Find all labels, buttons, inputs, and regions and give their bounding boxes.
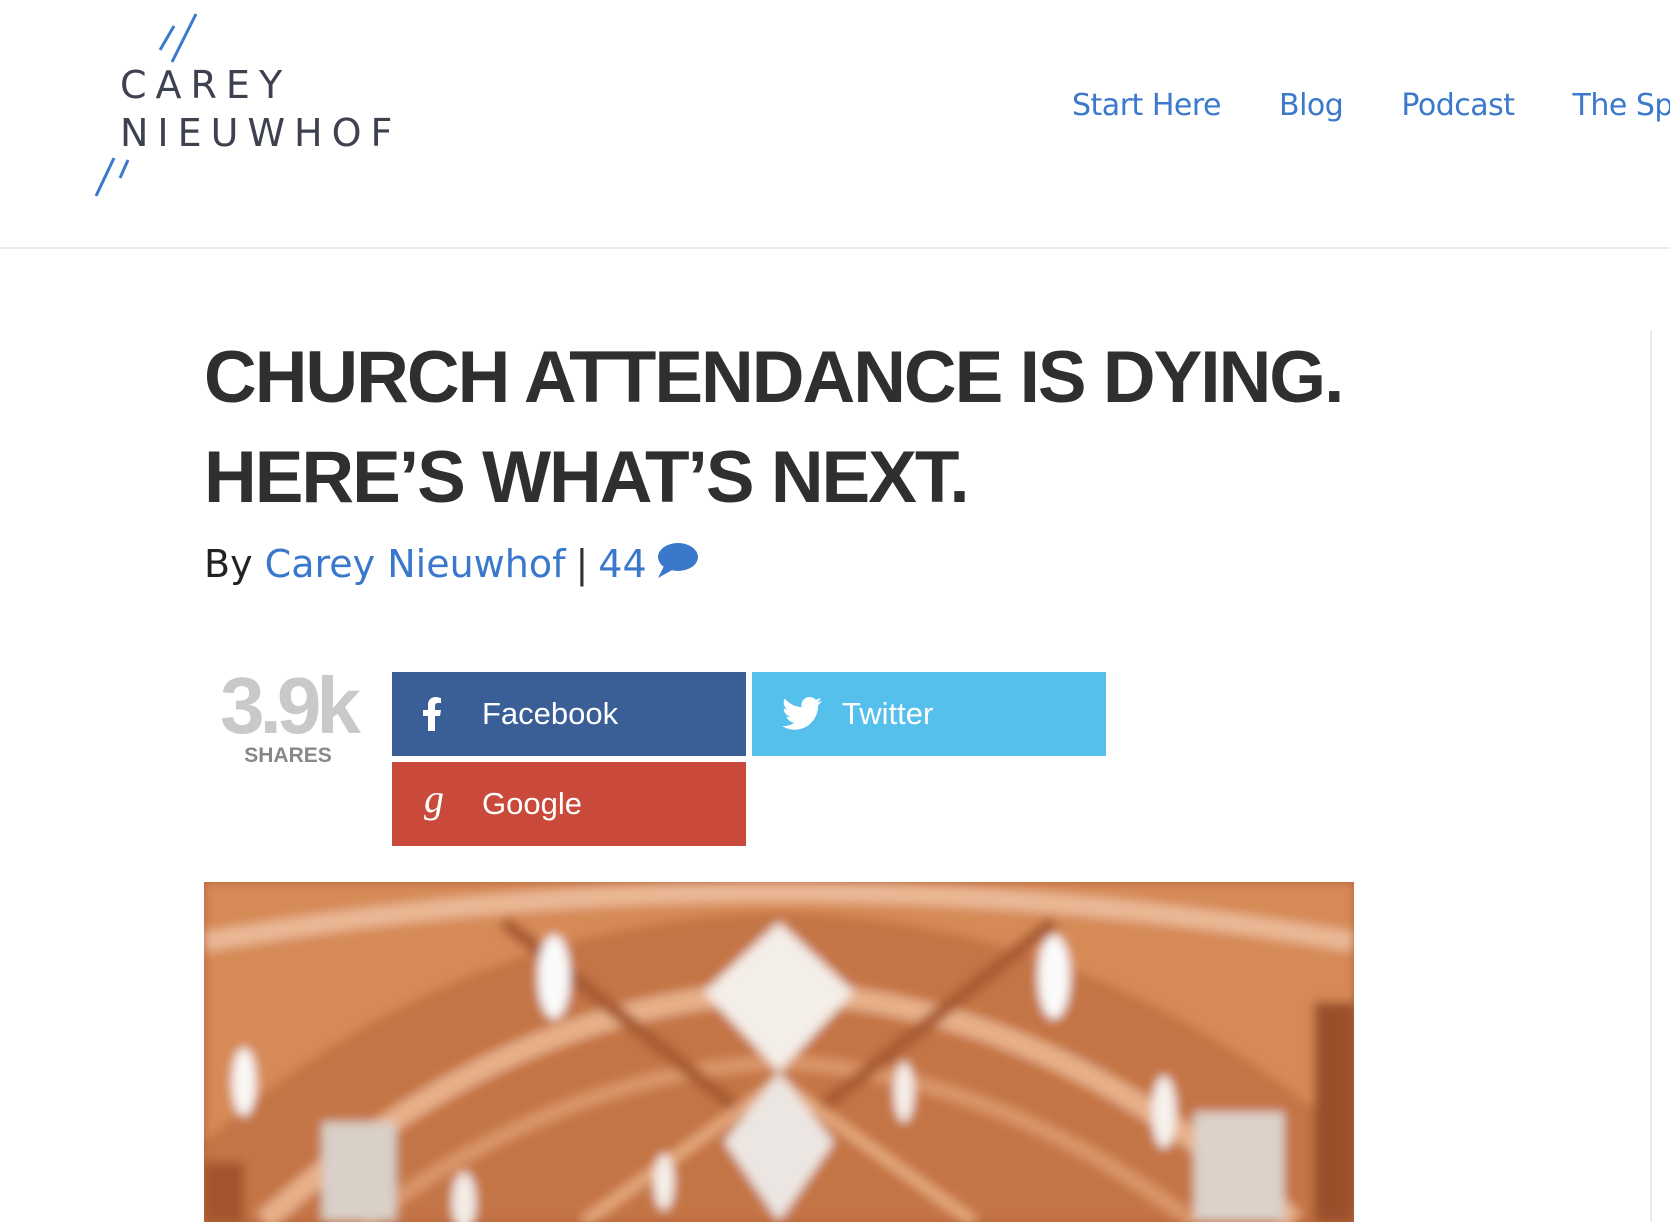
logo-text-line1: CAREY (120, 63, 292, 107)
svg-text:g: g (424, 784, 444, 821)
author-link[interactable]: Carey Nieuwhof (265, 542, 566, 586)
twitter-share-button[interactable]: Twitter (752, 672, 1106, 756)
share-count-label: SHARES (244, 744, 332, 767)
nav-podcast[interactable]: Podcast (1401, 88, 1515, 123)
facebook-share-button[interactable]: Facebook (392, 672, 746, 756)
comment-bubble-icon[interactable] (655, 540, 699, 589)
google-icon: g (422, 784, 468, 824)
site-logo[interactable]: CAREY NIEUWHOF (92, 10, 422, 200)
post-byline: By Carey Nieuwhof | 44 (204, 542, 699, 589)
nav-start-here[interactable]: Start Here (1072, 88, 1221, 123)
facebook-icon (422, 697, 468, 731)
facebook-label: Facebook (482, 696, 619, 731)
share-count: 3.9k (220, 661, 361, 750)
byline-prefix: By (204, 542, 253, 586)
twitter-label: Twitter (842, 696, 934, 731)
site-header: CAREY NIEUWHOF Start Here Blog Podcast The … (0, 0, 1670, 249)
twitter-icon (782, 697, 828, 731)
google-share-button[interactable]: g Google (392, 762, 746, 846)
google-label: Google (482, 786, 582, 821)
main-nav: Start Here Blog Podcast The Speak (1072, 88, 1670, 123)
nav-the-speak[interactable]: The Speak (1573, 88, 1670, 123)
byline-separator: | (575, 542, 589, 586)
nav-blog[interactable]: Blog (1279, 88, 1344, 123)
post-title: CHURCH ATTENDANCE IS DYING. HERE’S WHAT’… (204, 337, 1344, 518)
logo-text-line2: NIEUWHOF (120, 111, 402, 155)
sidebar-divider (1650, 330, 1652, 1222)
comment-count-link[interactable]: 44 (598, 542, 646, 586)
featured-image (204, 882, 1354, 1222)
